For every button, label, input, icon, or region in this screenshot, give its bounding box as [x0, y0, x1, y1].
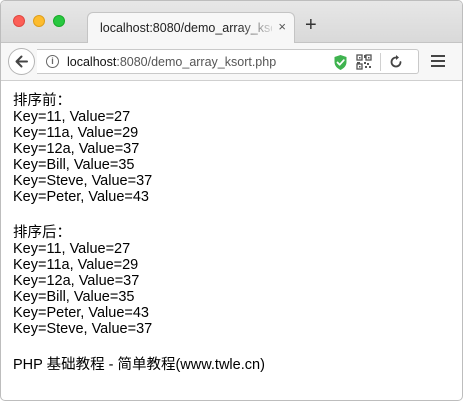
arrow-left-icon	[15, 55, 28, 68]
qr-code-icon[interactable]	[356, 54, 372, 70]
before-heading: 排序前：	[13, 93, 71, 109]
before-line: Key=Bill, Value=35	[13, 157, 135, 173]
after-line: Key=12a, Value=37	[13, 273, 140, 289]
url-bar[interactable]: i localhost:8080/demo_array_ksort.php	[37, 49, 419, 74]
navigation-bar: i localhost:8080/demo_array_ksort.php	[1, 43, 462, 81]
tab-close-icon[interactable]: ×	[278, 19, 286, 35]
after-line: Key=11, Value=27	[13, 241, 131, 257]
page-content: 排序前： Key=11, Value=27 Key=11a, Value=29 …	[13, 93, 453, 373]
new-tab-icon[interactable]: +	[305, 15, 317, 35]
hamburger-menu-icon[interactable]	[431, 55, 445, 70]
after-line: Key=11a, Value=29	[13, 257, 139, 273]
tab-active[interactable]: localhost:8080/demo_array_ksort.php ×	[87, 12, 295, 44]
info-icon[interactable]: i	[46, 55, 59, 68]
after-line: Key=Peter, Value=43	[13, 305, 149, 321]
url-text[interactable]: localhost:8080/demo_array_ksort.php	[67, 55, 276, 69]
before-line: Key=11a, Value=29	[13, 125, 139, 141]
browser-window: localhost:8080/demo_array_ksort.php × + …	[0, 0, 463, 401]
after-line: Key=Bill, Value=35	[13, 289, 135, 305]
before-line: Key=11, Value=27	[13, 109, 131, 125]
before-line: Key=Steve, Value=37	[13, 173, 153, 189]
url-bar-divider	[380, 53, 381, 71]
url-path: :8080/demo_array_ksort.php	[116, 55, 277, 69]
window-close-button[interactable]	[13, 15, 25, 27]
window-minimize-button[interactable]	[33, 15, 45, 27]
window-zoom-button[interactable]	[53, 15, 65, 27]
tab-title-fade	[238, 17, 278, 39]
url-host: localhost	[67, 55, 117, 69]
after-line: Key=Steve, Value=37	[13, 321, 153, 337]
footer-text: PHP 基础教程 - 简单教程(www.twle.cn)	[13, 357, 265, 373]
shield-check-icon[interactable]	[333, 54, 348, 71]
before-line: Key=12a, Value=37	[13, 141, 140, 157]
before-line: Key=Peter, Value=43	[13, 189, 149, 205]
back-button[interactable]	[8, 48, 35, 75]
after-heading: 排序后：	[13, 225, 71, 241]
reload-icon[interactable]	[388, 54, 404, 70]
tab-strip: localhost:8080/demo_array_ksort.php × +	[1, 1, 462, 44]
